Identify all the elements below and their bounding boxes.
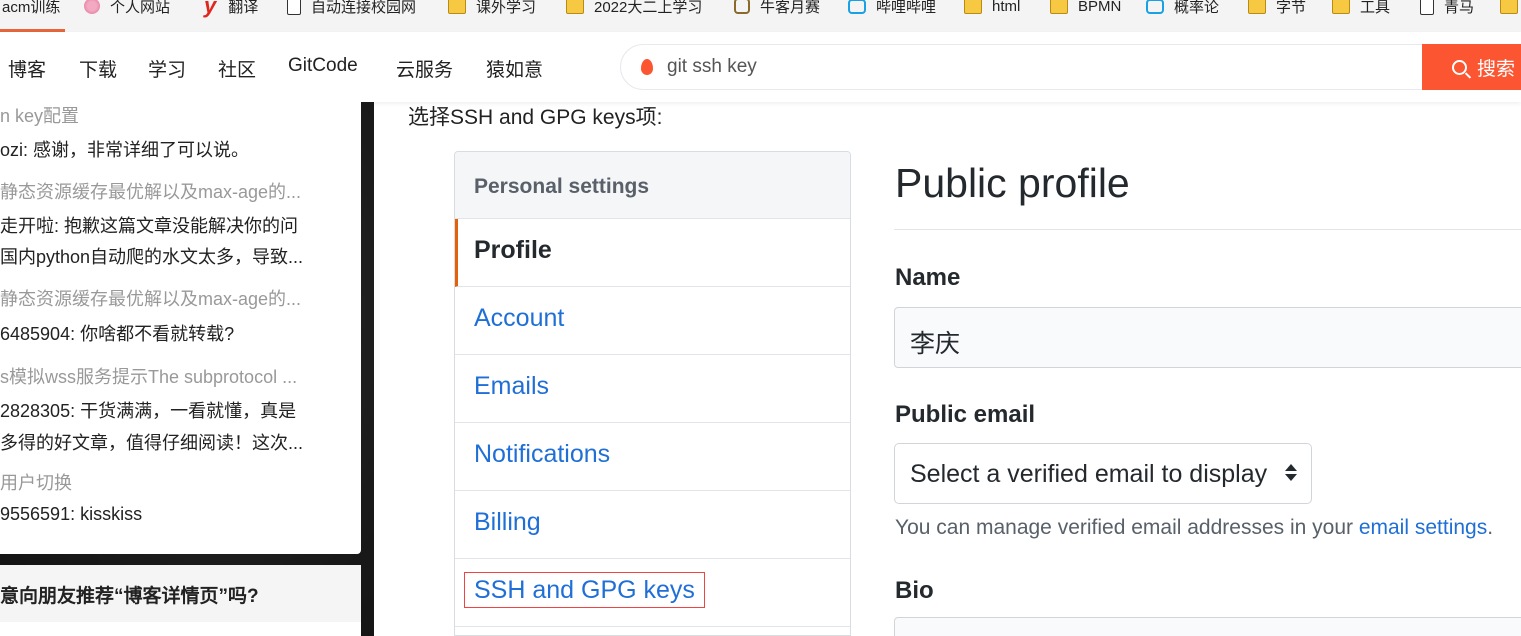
- settings-item-label: SSH and GPG keys: [464, 572, 705, 608]
- bookmark-label: 哔哩哔哩: [876, 0, 937, 16]
- email-help-text-body: You can manage verified email addresses …: [895, 516, 1359, 539]
- bio-label: Bio: [895, 577, 934, 604]
- bookmarks-bar: acm训练 个人网站 y 翻译 自动连接校园网 课外学习 2022大二上学习 牛客…: [0, 0, 1521, 32]
- bookmark-label: 青马: [1444, 0, 1475, 16]
- settings-item-notifications[interactable]: Notifications: [455, 423, 850, 491]
- folder-icon: [964, 0, 982, 14]
- bookmark-bilibili[interactable]: 哔哩哔哩: [848, 0, 936, 18]
- bookmark-label: 2022大二上学习: [594, 0, 703, 16]
- article-caption: 选择SSH and GPG keys项:: [408, 106, 663, 129]
- email-help-text-end: .: [1487, 516, 1494, 539]
- bookmark-label: acm训练: [2, 0, 61, 16]
- bookmark-nowcoder[interactable]: 牛客月赛: [734, 0, 820, 18]
- hot-flame-icon: [641, 59, 653, 75]
- bookmark-bpmn[interactable]: BPMN: [1050, 0, 1121, 18]
- site-header: 博客 下载 学习 社区 GitCode 云服务 猿如意 git ssh key …: [0, 32, 1521, 102]
- search-button-label: 搜索: [1477, 58, 1516, 80]
- comment-text: 2828305: 干货满满，一看就懂，真是: [0, 401, 297, 421]
- bookmark-label: 牛客月赛: [760, 0, 821, 16]
- search-icon: [1452, 59, 1467, 75]
- bookmark-label: 课外学习: [476, 0, 537, 16]
- settings-nav-header: Personal settings: [455, 152, 850, 219]
- bookmark-qingma[interactable]: 青马: [1420, 0, 1474, 18]
- name-field[interactable]: 李庆: [894, 307, 1521, 368]
- name-label: Name: [895, 264, 961, 291]
- bookmark-translate[interactable]: y 翻译: [204, 0, 258, 18]
- youdao-icon: y: [204, 0, 217, 18]
- bookmark-more[interactable]: [1500, 0, 1521, 18]
- settings-nav-screenshot: Personal settings Profile Account Emails…: [454, 151, 851, 636]
- search-input[interactable]: git ssh key: [620, 44, 1430, 90]
- recommend-question: 意向朋友推荐“博客详情页”吗?: [0, 565, 361, 622]
- bookmark-campus-net[interactable]: 自动连接校园网: [287, 0, 416, 18]
- bookmark-bytedance[interactable]: 字节: [1248, 0, 1306, 18]
- bookmark-label: 自动连接校园网: [311, 0, 417, 16]
- bilibili-icon: [848, 0, 866, 14]
- comment-text: 国内python自动爬的水文太多，导致...: [0, 247, 304, 267]
- bookmark-label: 字节: [1276, 0, 1307, 16]
- bio-field[interactable]: [894, 617, 1521, 636]
- title-divider: [894, 229, 1521, 230]
- recommend-footer: [0, 622, 361, 636]
- comment-article-title[interactable]: 静态资源缓存最优解以及max-age的...: [0, 178, 340, 204]
- nav-blog[interactable]: 博客: [8, 55, 46, 82]
- comment-article-title[interactable]: 静态资源缓存最优解以及max-age的...: [0, 285, 340, 311]
- folder-icon: [1332, 0, 1350, 14]
- nowcoder-icon: [734, 0, 750, 14]
- comment-text: 9556591: kisskiss: [0, 504, 143, 524]
- nav-yuanruyi[interactable]: 猿如意: [486, 55, 543, 82]
- public-email-select-value: Select a verified email to display: [910, 460, 1268, 488]
- bookmark-label: 概率论: [1174, 0, 1220, 16]
- comment-article-title[interactable]: s模拟wss服务提示The subprotocol ...: [0, 363, 340, 389]
- public-email-select[interactable]: Select a verified email to display: [894, 443, 1312, 504]
- bilibili-icon: [1146, 0, 1164, 14]
- bookmark-label: 个人网站: [110, 0, 171, 16]
- settings-item-profile[interactable]: Profile: [455, 219, 850, 287]
- bookmark-label: 工具: [1360, 0, 1391, 16]
- flower-icon: [84, 0, 100, 14]
- bookmark-probability[interactable]: 概率论: [1146, 0, 1219, 18]
- comment-text: 多得的好文章，值得仔细阅读！这次...: [0, 433, 304, 453]
- nav-download[interactable]: 下载: [79, 55, 117, 82]
- bookmark-label: html: [992, 0, 1021, 15]
- nav-learn[interactable]: 学习: [148, 55, 186, 82]
- bookmark-personal-site[interactable]: 个人网站: [84, 0, 170, 18]
- bookmark-2022[interactable]: 2022大二上学习: [566, 0, 702, 18]
- recent-comments-card: n key配置 ozi: 感谢，非常详细了可以说。 静态资源缓存最优解以及max…: [0, 102, 361, 554]
- email-help-text: You can manage verified email addresses …: [895, 516, 1493, 540]
- comment-text: 走开啦: 抱歉这篇文章没能解决你的问: [0, 216, 299, 236]
- page-title: Public profile: [895, 160, 1130, 206]
- public-email-label: Public email: [895, 401, 1036, 428]
- settings-item-account[interactable]: Account: [455, 287, 850, 355]
- bookmark-label: BPMN: [1078, 0, 1122, 15]
- document-icon: [1420, 0, 1434, 15]
- comment-article-title[interactable]: 用户切换: [0, 469, 340, 495]
- bookmark-acm[interactable]: acm训练: [2, 0, 60, 18]
- settings-item-ssh-gpg-keys[interactable]: SSH and GPG keys: [455, 559, 850, 627]
- comment-text: ozi: 感谢，非常详细了可以说。: [0, 140, 250, 160]
- nav-cloud[interactable]: 云服务: [396, 55, 453, 82]
- document-icon: [287, 0, 301, 15]
- comment-text: 6485904: 你啥都不看就转载?: [0, 324, 235, 344]
- nav-gitcode[interactable]: GitCode: [288, 55, 358, 77]
- search-query: git ssh key: [667, 56, 757, 77]
- nav-community[interactable]: 社区: [218, 55, 256, 82]
- bookmark-tools[interactable]: 工具: [1332, 0, 1390, 18]
- bookmark-label: 翻译: [228, 0, 259, 16]
- bookmark-extracurricular[interactable]: 课外学习: [448, 0, 536, 18]
- select-caret-icon: [1285, 464, 1297, 482]
- search-button[interactable]: 搜索: [1422, 44, 1521, 90]
- folder-icon: [1050, 0, 1068, 14]
- folder-icon: [566, 0, 584, 14]
- folder-icon: [1500, 0, 1518, 14]
- folder-icon: [1248, 0, 1266, 14]
- settings-item-emails[interactable]: Emails: [455, 355, 850, 423]
- settings-item-billing[interactable]: Billing: [455, 491, 850, 559]
- bookmark-html[interactable]: html: [964, 0, 1020, 18]
- comment-article-title[interactable]: n key配置: [0, 102, 340, 128]
- email-settings-link[interactable]: email settings: [1359, 516, 1487, 539]
- folder-icon: [448, 0, 466, 14]
